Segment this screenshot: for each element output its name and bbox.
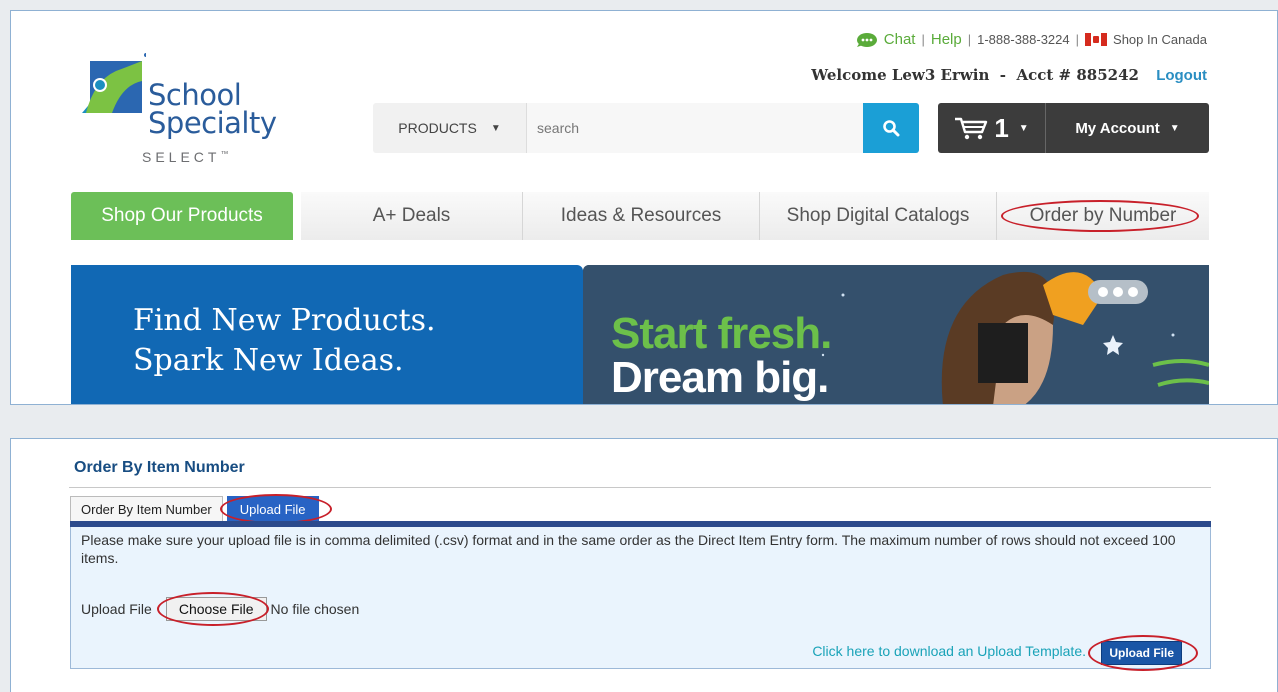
choose-file-button[interactable]: Choose File [156,592,269,626]
annotation-circle [1001,200,1199,232]
welcome-message: Welcome Lew3 Erwin - Acct # 885242 Logou… [811,66,1207,84]
upload-file-label: Upload File [81,601,152,617]
logout-link[interactable]: Logout [1156,67,1207,84]
utility-separator: | [967,32,972,47]
hero-banner-right[interactable]: Start fresh. Dream big. [583,265,1209,404]
caret-down-icon: ▼ [1169,122,1180,134]
search-icon [883,120,900,137]
annotation-circle [219,494,332,524]
order-by-number-panel: Order By Item Number Order By Item Numbe… [10,438,1278,692]
school-specialty-logo[interactable]: School Specialty SELECT™ [76,51,296,171]
help-link[interactable]: Help [931,31,962,48]
search-input[interactable] [527,103,863,153]
search-button[interactable] [863,103,919,153]
order-tabs: Order By Item Number Upload File [70,494,332,524]
site-header-panel: School Specialty SELECT™ Chat | Help | 1… [10,10,1278,405]
upload-instructions: Please make sure your upload file is in … [81,532,1176,566]
phone-number: 1-888-388-3224 [977,32,1070,47]
annotation-circle [1088,635,1199,671]
title-divider [69,487,1211,488]
search-category-label: PRODUCTS [398,120,477,136]
cart-count: 1 [994,112,1009,143]
nav-shop-digital-catalogs[interactable]: Shop Digital Catalogs [760,192,997,240]
no-file-chosen-text: No file chosen [270,601,360,617]
shop-in-canada-link[interactable]: Shop In Canada [1113,32,1207,47]
page-title: Order By Item Number [74,459,245,476]
utility-separator: | [921,32,925,47]
nav-a-plus-deals[interactable]: A+ Deals [301,192,523,240]
cart-account-bar: 1 ▼ My Account ▼ [938,103,1209,153]
tab-order-by-item-number[interactable]: Order By Item Number [70,496,223,522]
nav-ideas-resources[interactable]: Ideas & Resources [523,192,760,240]
nav-order-by-number[interactable]: Order by Number [997,192,1209,240]
hero-title-dream-big: Dream big. [611,353,829,402]
hero-headline-line1: Find New Products. [133,303,436,338]
hero-title-start-fresh: Start fresh. [611,309,832,358]
hero-banner-left[interactable]: Find New Products. Spark New Ideas. [71,265,583,404]
chat-link[interactable]: Chat [884,31,916,48]
caret-down-icon: ▼ [490,122,501,134]
hero-headline-line2: Spark New Ideas. [133,343,404,378]
upload-file-button[interactable]: Upload File [1088,635,1199,671]
logo-text-specialty: Specialty [148,106,277,140]
tab-upload-file[interactable]: Upload File [219,494,332,524]
search-category-dropdown[interactable]: PRODUCTS ▼ [373,103,527,153]
annotation-circle [156,592,269,626]
main-nav: Shop Our Products A+ Deals Ideas & Resou… [71,192,1209,240]
welcome-text: Welcome Lew3 Erwin - Acct # 885242 [811,66,1139,84]
logo-text-select: SELECT™ [142,149,229,165]
download-template-link[interactable]: Click here to download an Upload Templat… [812,643,1086,659]
logo-mark-icon [82,53,146,113]
chat-bubble-icon[interactable] [854,32,878,48]
my-account-dropdown[interactable]: My Account ▼ [1046,120,1209,137]
cart-button[interactable]: 1 ▼ [938,103,1046,153]
canada-flag-icon [1085,33,1108,46]
search-bar: PRODUCTS ▼ [373,103,919,153]
utility-bar: Chat | Help | 1-888-388-3224 | Shop In C… [854,31,1207,48]
utility-separator: | [1075,32,1080,47]
nav-shop-our-products[interactable]: Shop Our Products [71,192,293,240]
upload-file-row: Upload File Choose File No file chosen [81,592,360,626]
my-account-label: My Account [1075,119,1160,137]
caret-down-icon: ▼ [1018,122,1029,134]
upload-file-content: Please make sure your upload file is in … [70,527,1211,671]
shopping-cart-icon [955,117,988,140]
